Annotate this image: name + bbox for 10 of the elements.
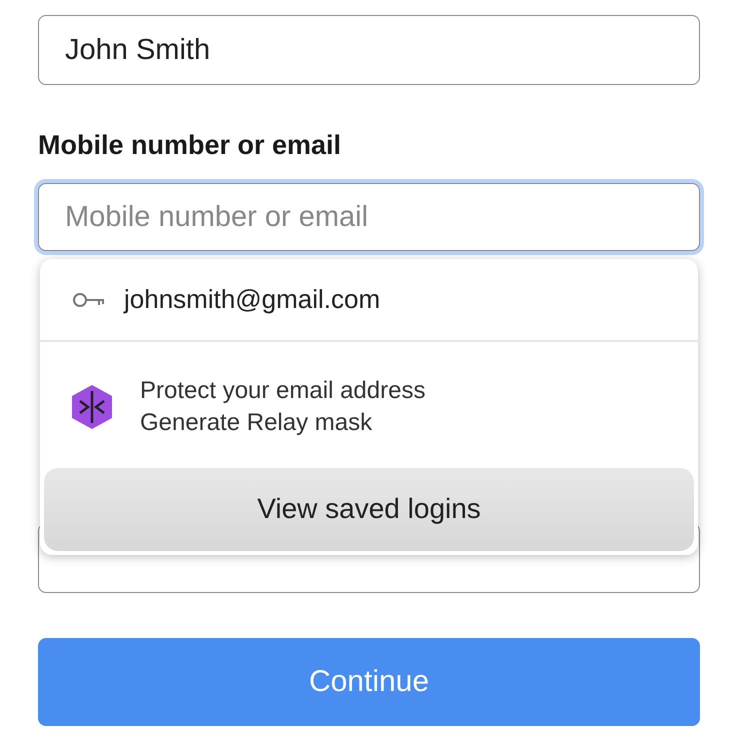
relay-subtitle: Generate Relay mask <box>140 409 374 437</box>
name-field[interactable]: John Smith <box>38 15 700 85</box>
field-label: Mobile number or email <box>38 130 342 161</box>
contact-field[interactable]: Mobile number or email <box>38 183 700 251</box>
view-saved-logins-button[interactable]: View saved logins <box>44 468 694 552</box>
login-email: johnsmith@gmail.com <box>124 284 380 316</box>
saved-login-item[interactable]: johnsmith@gmail.com <box>40 259 698 342</box>
key-icon <box>72 292 106 308</box>
relay-title: Protect your email address <box>140 377 426 405</box>
relay-item[interactable]: Protect your email address Generate Relay mask <box>40 342 698 452</box>
